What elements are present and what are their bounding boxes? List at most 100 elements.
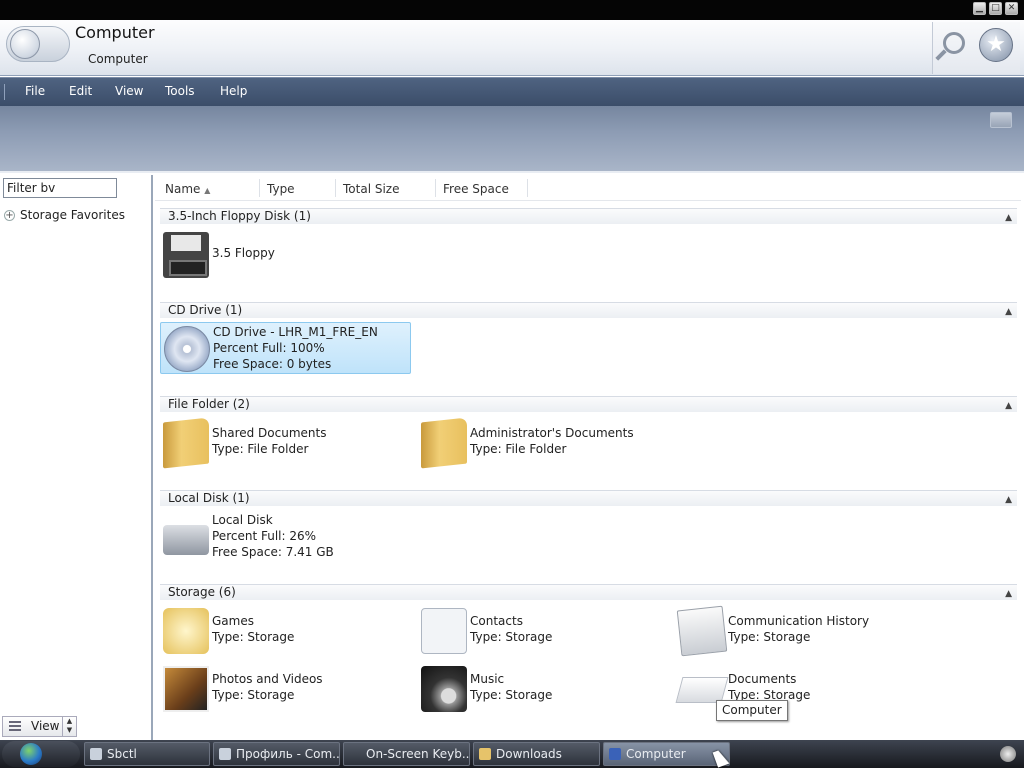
- list-item[interactable]: Contacts Type: Storage: [418, 605, 668, 655]
- item-name: Documents: [728, 672, 797, 686]
- item-name: Communication History: [728, 614, 870, 628]
- menu-tools[interactable]: Tools: [165, 84, 195, 98]
- tray-icon[interactable]: [1000, 746, 1016, 762]
- item-name: CD Drive - LHR_M1_FRE_EN: [213, 325, 378, 339]
- collapse-icon[interactable]: ▲: [1005, 493, 1012, 508]
- menu-bar: File Edit View Tools Help: [0, 77, 1024, 106]
- view-spinner-icon[interactable]: ▲ ▼: [62, 717, 76, 736]
- left-navigation-pane: Filter bv + Storage Favorites View ▲ ▼: [0, 175, 153, 740]
- list-item[interactable]: Documents Type: Storage: [675, 663, 926, 713]
- group-header-storage[interactable]: Storage (6) ▲: [160, 584, 1017, 600]
- column-free-space[interactable]: Free Space: [443, 182, 509, 196]
- item-name: Local Disk: [212, 513, 273, 527]
- window-subtitle: Computer: [88, 52, 148, 66]
- start-button[interactable]: [2, 741, 80, 767]
- collapse-icon[interactable]: ▲: [1005, 305, 1012, 320]
- group-header-floppy[interactable]: 3.5-Inch Floppy Disk (1) ▲: [160, 208, 1017, 224]
- taskbar-item-sbctl[interactable]: Sbctl: [84, 742, 210, 766]
- item-detail: Percent Full: 100%: [213, 341, 325, 355]
- list-item[interactable]: Administrator's Documents Type: File Fol…: [418, 417, 668, 469]
- taskbar-item-keyboard[interactable]: On-Screen Keyb...: [343, 742, 470, 766]
- menu-edit[interactable]: Edit: [69, 84, 92, 98]
- column-total-size[interactable]: Total Size: [343, 182, 399, 196]
- collapse-icon[interactable]: ▲: [1005, 587, 1012, 602]
- group-header-cd[interactable]: CD Drive (1) ▲: [160, 302, 1017, 318]
- collapse-icon[interactable]: ▲: [1005, 211, 1012, 226]
- item-detail: Type: Storage: [470, 630, 553, 644]
- window-header: Computer Computer ★: [0, 20, 1024, 76]
- list-item[interactable]: Games Type: Storage: [160, 605, 410, 655]
- floppy-icon: [163, 232, 209, 278]
- item-name: Music: [470, 672, 505, 686]
- item-name: Shared Documents: [212, 426, 327, 440]
- taskbar-item-downloads[interactable]: Downloads: [473, 742, 600, 766]
- list-item[interactable]: Communication History Type: Storage: [676, 605, 926, 657]
- item-name: Administrator's Documents: [470, 426, 634, 440]
- command-ribbon: [0, 106, 1024, 173]
- menu-file[interactable]: File: [25, 84, 45, 98]
- column-name[interactable]: Name ▲: [165, 182, 210, 196]
- item-detail: Type: Storage: [728, 630, 811, 644]
- list-item[interactable]: 3.5 Floppy: [160, 229, 410, 279]
- taskbar-item-profile[interactable]: Профиль - Com...: [213, 742, 340, 766]
- storage-favorites-item[interactable]: + Storage Favorites: [4, 208, 125, 222]
- tooltip: Computer: [716, 700, 788, 721]
- group-title: File Folder (2): [168, 397, 250, 411]
- item-detail: Type: File Folder: [470, 442, 567, 456]
- list-item[interactable]: Photos and Videos Type: Storage: [160, 663, 410, 713]
- back-button[interactable]: [6, 26, 70, 62]
- menu-help[interactable]: Help: [220, 84, 247, 98]
- view-list-icon: [9, 721, 21, 732]
- top-strip: ▁ □ ✕: [0, 0, 1024, 20]
- list-item[interactable]: Shared Documents Type: File Folder: [160, 417, 410, 469]
- group-title: CD Drive (1): [168, 303, 243, 317]
- search-icon[interactable]: [943, 32, 965, 54]
- item-detail: Type: Storage: [470, 688, 553, 702]
- column-type[interactable]: Type: [267, 182, 295, 196]
- item-detail: Type: Storage: [212, 688, 295, 702]
- close-button[interactable]: ✕: [1005, 2, 1018, 15]
- view-button[interactable]: View ▲ ▼: [2, 716, 77, 737]
- item-name: Contacts: [470, 614, 523, 628]
- folder-icon: [479, 748, 491, 760]
- folder-icon: [421, 417, 467, 469]
- back-arrow-icon: [10, 29, 40, 59]
- item-detail: Percent Full: 26%: [212, 529, 317, 543]
- app-icon: [219, 748, 231, 760]
- games-icon: [163, 608, 209, 654]
- contacts-icon: [421, 608, 467, 654]
- app-icon: [90, 748, 102, 760]
- ribbon-toggle-button[interactable]: [990, 112, 1012, 128]
- maximize-button[interactable]: □: [989, 2, 1002, 15]
- favorites-star-icon[interactable]: ★: [979, 28, 1013, 62]
- minimize-button[interactable]: ▁: [973, 2, 986, 15]
- collapse-icon[interactable]: ▲: [1005, 399, 1012, 414]
- taskbar: Sbctl Профиль - Com... On-Screen Keyb...…: [0, 740, 1024, 768]
- window-title: Computer: [75, 23, 155, 42]
- group-header-local-disk[interactable]: Local Disk (1) ▲: [160, 490, 1017, 506]
- content-pane: Name ▲ Type Total Size Free Space 3.5-In…: [155, 175, 1021, 740]
- cd-drive-icon: [164, 326, 210, 372]
- filter-input[interactable]: Filter bv: [3, 178, 117, 198]
- item-detail: Free Space: 0 bytes: [213, 357, 332, 371]
- search-area: ★: [932, 22, 1020, 74]
- menu-view[interactable]: View: [115, 84, 143, 98]
- expand-icon[interactable]: +: [4, 209, 15, 221]
- group-title: Local Disk (1): [168, 491, 250, 505]
- computer-icon: [609, 748, 621, 760]
- item-detail: Free Space: 7.41 GB: [212, 545, 334, 559]
- windows-logo-icon: [20, 743, 42, 765]
- group-header-file-folder[interactable]: File Folder (2) ▲: [160, 396, 1017, 412]
- list-item[interactable]: Local Disk Percent Full: 26% Free Space:…: [160, 511, 410, 561]
- item-name: 3.5 Floppy: [212, 246, 275, 260]
- storage-favorites-label: Storage Favorites: [20, 208, 125, 222]
- taskbar-item-computer[interactable]: Computer: [603, 742, 730, 766]
- group-title: 3.5-Inch Floppy Disk (1): [168, 209, 311, 223]
- group-title: Storage (6): [168, 585, 236, 599]
- list-item[interactable]: Music Type: Storage: [418, 663, 668, 713]
- list-item-selected[interactable]: CD Drive - LHR_M1_FRE_EN Percent Full: 1…: [160, 322, 411, 374]
- item-detail: Type: Storage: [212, 630, 295, 644]
- item-name: Photos and Videos: [212, 672, 323, 686]
- item-name: Games: [212, 614, 254, 628]
- mail-icon: [676, 605, 728, 657]
